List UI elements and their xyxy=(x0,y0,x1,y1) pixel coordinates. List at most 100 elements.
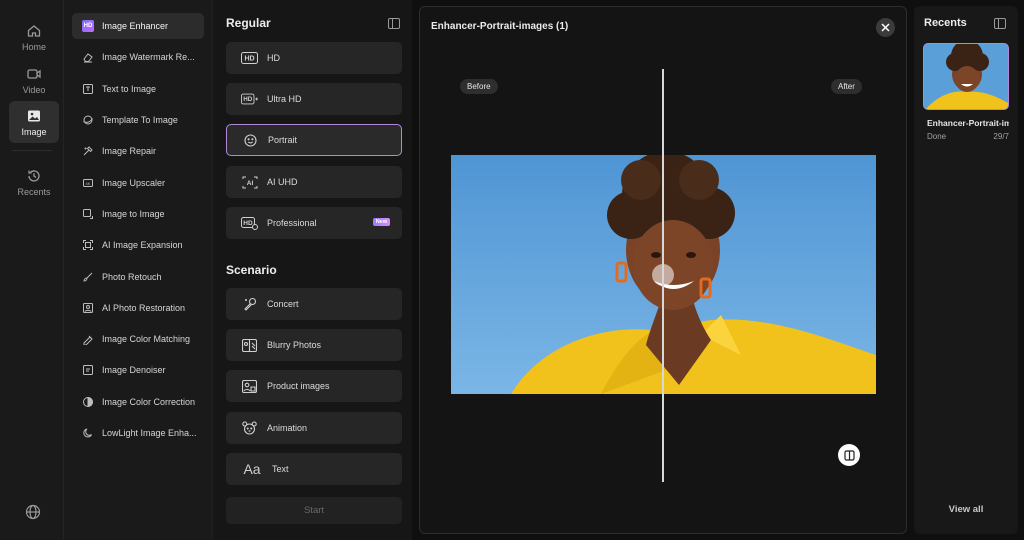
rail-item-recents[interactable]: Recents xyxy=(9,161,59,203)
rail-divider xyxy=(12,150,52,151)
portrait-image xyxy=(451,155,876,394)
option-animation[interactable]: Animation xyxy=(226,412,402,444)
tool-image-to-image[interactable]: Image to Image xyxy=(72,201,204,227)
option-label: Portrait xyxy=(268,135,298,145)
tool-image-watermark-remover[interactable]: Image Watermark Re... xyxy=(72,44,204,70)
option-ai-uhd[interactable]: AI AI UHD xyxy=(226,166,402,198)
sidebar-toggle-icon[interactable] xyxy=(388,18,400,29)
tool-photo-retouch[interactable]: Photo Retouch xyxy=(72,264,204,290)
face-icon xyxy=(242,133,259,147)
hd-icon: HD xyxy=(82,20,94,32)
tool-label: Image Enhancer xyxy=(102,21,169,31)
ultra-hd-icon: HD xyxy=(241,93,258,106)
option-label: HD xyxy=(267,53,280,63)
nav-rail: Home Video Image Recents xyxy=(0,0,64,540)
rail-item-image[interactable]: Image xyxy=(9,101,59,143)
tool-label: Image Color Matching xyxy=(102,334,191,344)
tool-label: Image Repair xyxy=(102,146,157,156)
tool-image-denoiser[interactable]: Image Denoiser xyxy=(72,357,204,383)
recent-thumbnail[interactable] xyxy=(923,43,1009,110)
option-label: AI UHD xyxy=(267,177,298,187)
svg-text:HD: HD xyxy=(243,220,253,227)
preview-title: Enhancer-Portrait-images (1) xyxy=(431,21,569,32)
regular-section-title: Regular xyxy=(226,16,271,30)
before-label: Before xyxy=(460,79,498,94)
svg-text:HD: HD xyxy=(243,96,253,103)
tool-lowlight-image-enhancer[interactable]: LowLight Image Enha... xyxy=(72,420,204,446)
recent-item-name[interactable]: Enhancer-Portrait-images xyxy=(927,118,1009,128)
tool-image-color-correction[interactable]: Image Color Correction xyxy=(72,389,204,415)
after-label: After xyxy=(831,79,862,94)
text-aa-icon: Aa xyxy=(243,461,261,477)
tool-ai-photo-restoration[interactable]: AI Photo Restoration xyxy=(72,295,204,321)
tool-image-color-matching[interactable]: Image Color Matching xyxy=(72,326,204,352)
tool-label: Photo Retouch xyxy=(102,272,162,282)
view-all-link[interactable]: View all xyxy=(914,504,1018,515)
repair-icon xyxy=(83,146,93,156)
option-label: Concert xyxy=(267,299,299,309)
option-portrait[interactable]: Portrait xyxy=(226,124,402,156)
video-icon xyxy=(27,68,41,79)
expand-icon xyxy=(83,240,93,250)
home-icon xyxy=(27,24,41,37)
scenario-section-title: Scenario xyxy=(226,263,277,277)
microphone-icon xyxy=(241,297,258,311)
tool-label: Image Watermark Re... xyxy=(102,52,195,62)
recents-panel: Recents Enhancer-Portrait-images Done 29… xyxy=(914,6,1018,534)
option-label: Professional xyxy=(267,218,317,228)
recent-item-date: 29/7 xyxy=(993,132,1009,141)
tool-label: LowLight Image Enha... xyxy=(102,428,197,438)
tool-image-enhancer[interactable]: HD Image Enhancer xyxy=(72,13,204,39)
brush-icon xyxy=(83,272,93,282)
rail-item-label: Recents xyxy=(17,186,51,197)
recents-toggle-icon[interactable] xyxy=(994,18,1006,29)
portrait-illustration xyxy=(451,155,876,394)
globe-icon[interactable] xyxy=(24,503,42,521)
recent-item-status: Done xyxy=(927,132,947,141)
moon-icon xyxy=(83,428,92,438)
rail-item-label: Home xyxy=(21,41,46,52)
preview-panel: Enhancer-Portrait-images (1) Before Afte… xyxy=(419,6,907,534)
tool-label: Image to Image xyxy=(102,209,165,219)
compare-divider[interactable] xyxy=(662,69,664,482)
option-hd[interactable]: HD HD xyxy=(226,42,402,74)
rail-item-home[interactable]: Home xyxy=(9,16,59,58)
option-text[interactable]: Aa Text xyxy=(226,453,402,485)
option-product-images[interactable]: Product images xyxy=(226,370,402,402)
option-blurry-photos[interactable]: Blurry Photos xyxy=(226,329,402,361)
hd-icon: HD xyxy=(241,52,258,65)
option-label: Animation xyxy=(267,423,308,433)
start-button[interactable]: Start xyxy=(226,497,402,524)
tool-ai-image-expansion[interactable]: AI Image Expansion xyxy=(72,232,204,258)
tool-image-upscaler[interactable]: 4K Image Upscaler xyxy=(72,170,204,196)
tools-panel: HD Image Enhancer Image Watermark Re... … xyxy=(64,0,212,540)
tool-text-to-image[interactable]: Text to Image xyxy=(72,76,204,102)
option-label: Product images xyxy=(267,381,330,391)
rail-item-video[interactable]: Video xyxy=(9,59,59,101)
close-button[interactable] xyxy=(876,18,895,37)
option-professional[interactable]: HD Professional New xyxy=(226,207,402,239)
tool-label: AI Photo Restoration xyxy=(102,303,186,313)
compare-toggle-button[interactable] xyxy=(838,444,860,466)
blur-photo-icon xyxy=(241,338,258,352)
history-icon xyxy=(28,169,40,182)
image-icon xyxy=(28,110,40,121)
option-ultra-hd[interactable]: HD Ultra HD xyxy=(226,83,402,115)
new-badge: New xyxy=(372,218,390,226)
image-to-image-icon xyxy=(83,209,93,219)
tool-label: Image Upscaler xyxy=(102,178,166,188)
professional-hd-icon: HD xyxy=(241,216,258,230)
svg-text:4K: 4K xyxy=(86,181,91,186)
tool-label: AI Image Expansion xyxy=(102,240,183,250)
compare-icon xyxy=(843,449,855,461)
option-label: Ultra HD xyxy=(267,94,302,104)
tool-image-repair[interactable]: Image Repair xyxy=(72,138,204,164)
upscale-icon: 4K xyxy=(83,179,93,187)
svg-text:HD: HD xyxy=(244,56,254,63)
option-concert[interactable]: Concert xyxy=(226,288,402,320)
tool-label: Text to Image xyxy=(102,84,157,94)
tool-label: Image Color Correction xyxy=(102,397,196,407)
tool-template-to-image[interactable]: Template To Image xyxy=(72,107,204,133)
option-label: Text xyxy=(272,464,289,474)
color-match-icon xyxy=(83,335,93,345)
